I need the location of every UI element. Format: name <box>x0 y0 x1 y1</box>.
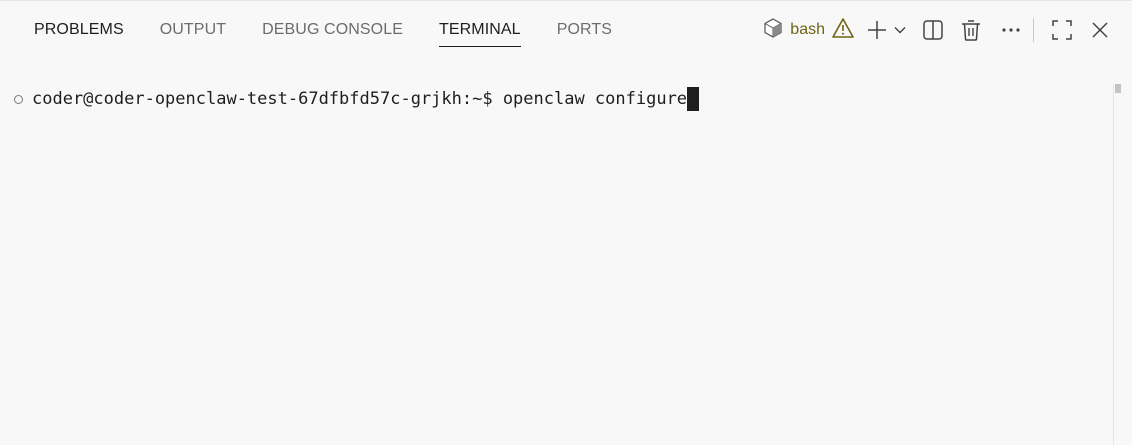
split-terminal-button[interactable] <box>917 14 949 46</box>
terminal-panel: PROBLEMS OUTPUT DEBUG CONSOLE TERMINAL P… <box>0 0 1132 445</box>
close-panel-button[interactable] <box>1084 14 1116 46</box>
more-actions-button[interactable] <box>995 14 1027 46</box>
tab-debug-console[interactable]: DEBUG CONSOLE <box>244 0 421 60</box>
terminal-instance-name: bash <box>790 21 825 38</box>
chevron-down-icon <box>894 26 906 34</box>
warning-icon[interactable] <box>831 17 855 44</box>
actions-separator <box>1033 18 1034 42</box>
tab-ports[interactable]: PORTS <box>539 0 630 60</box>
tab-problems[interactable]: PROBLEMS <box>16 0 142 60</box>
panel-tabs: PROBLEMS OUTPUT DEBUG CONSOLE TERMINAL P… <box>16 0 630 60</box>
terminal-command: openclaw configure <box>502 89 688 109</box>
new-terminal-button[interactable] <box>863 14 891 46</box>
terminal-viewport[interactable]: coder@coder-openclaw-test-67dfbfd57c-grj… <box>0 60 1132 445</box>
terminal-instance-selector[interactable]: bash <box>762 17 855 44</box>
ellipsis-icon <box>1001 27 1021 33</box>
panel-actions: bash <box>762 0 1116 60</box>
maximize-icon <box>1052 20 1072 40</box>
tab-terminal[interactable]: TERMINAL <box>421 0 539 60</box>
maximize-panel-button[interactable] <box>1046 14 1078 46</box>
command-decoration-icon[interactable] <box>14 94 23 104</box>
bash-cube-icon <box>762 17 784 44</box>
terminal-scrollbar-thumb[interactable] <box>1115 84 1121 93</box>
kill-terminal-button[interactable] <box>955 14 987 46</box>
split-editor-icon <box>922 19 944 41</box>
close-icon <box>1091 21 1109 39</box>
terminal-line: coder@coder-openclaw-test-67dfbfd57c-grj… <box>14 86 700 112</box>
terminal-scrollbar[interactable] <box>1113 84 1114 445</box>
terminal-cursor <box>687 87 700 111</box>
launch-profile-button[interactable] <box>891 14 909 46</box>
terminal-prompt: coder@coder-openclaw-test-67dfbfd57c-grj… <box>32 89 503 109</box>
tab-output[interactable]: OUTPUT <box>142 0 244 60</box>
panel-header: PROBLEMS OUTPUT DEBUG CONSOLE TERMINAL P… <box>0 0 1132 60</box>
trash-icon <box>960 18 982 42</box>
plus-icon <box>867 20 887 40</box>
